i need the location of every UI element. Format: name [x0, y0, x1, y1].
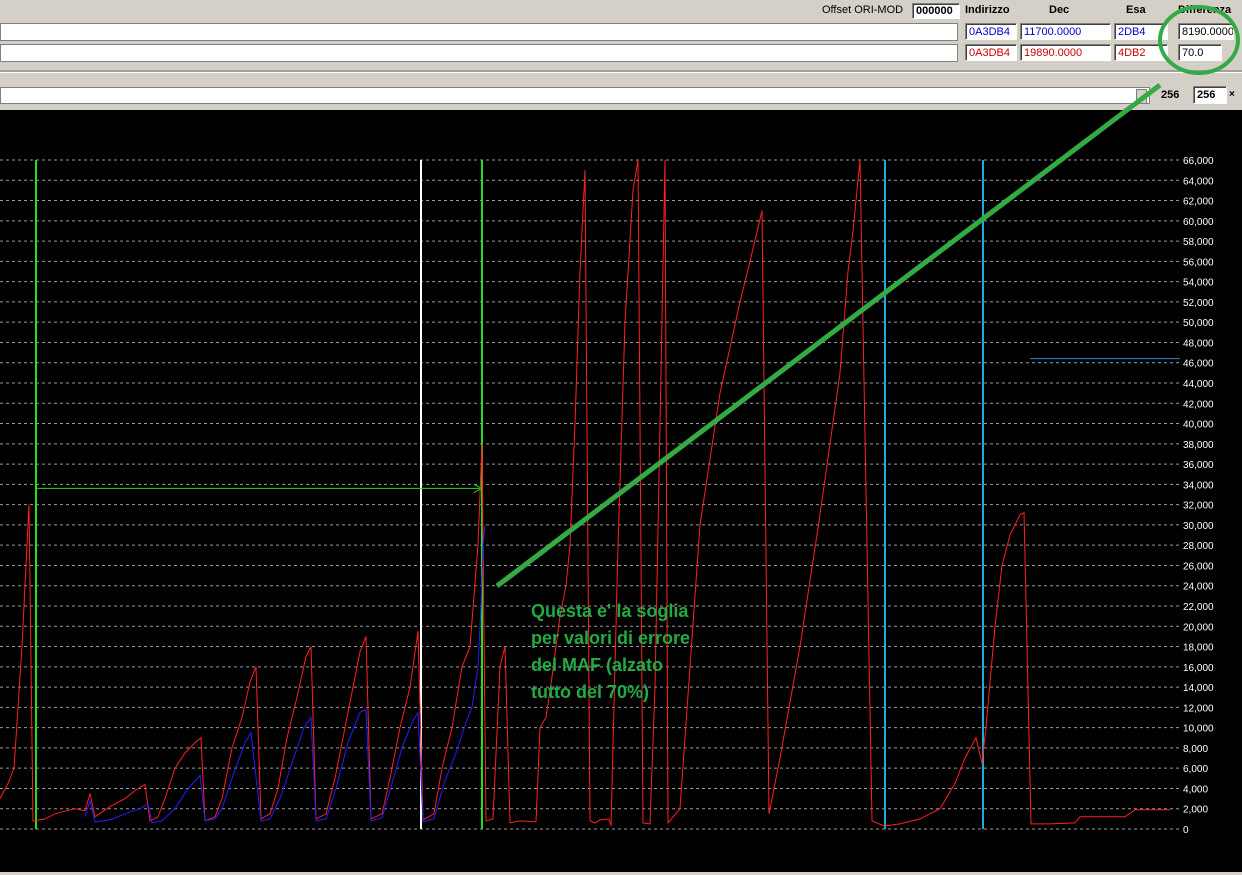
- highlight-circle: [1158, 5, 1240, 75]
- annotation-arrow: [495, 83, 1162, 588]
- annotation-overlay: [495, 5, 1240, 588]
